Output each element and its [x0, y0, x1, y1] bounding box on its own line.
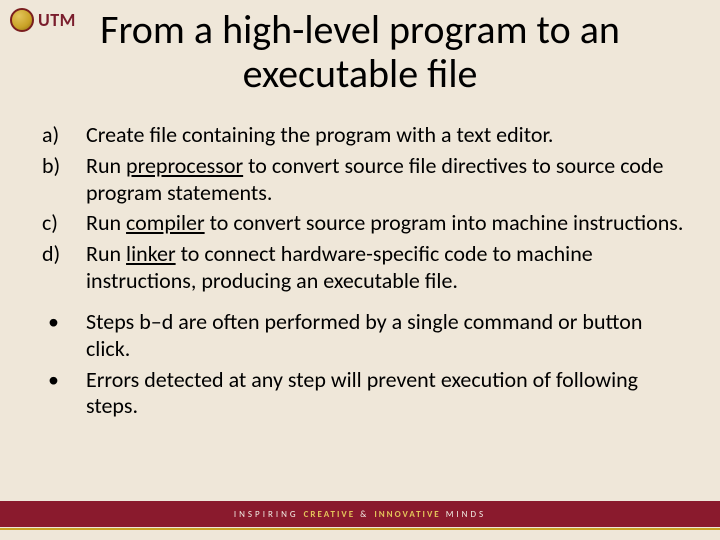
list-item: c) Run compiler to convert source progra…: [30, 210, 690, 237]
slide: UTM From a high-level program to an exec…: [0, 0, 720, 540]
list-item: a) Create file containing the program wi…: [30, 122, 690, 149]
slide-body: a) Create file containing the program wi…: [30, 122, 690, 424]
list-item: • Errors detected at any step will preve…: [30, 367, 690, 421]
list-marker: c): [30, 210, 86, 237]
list-text: Run preprocessor to convert source file …: [86, 153, 690, 207]
list-marker: b): [30, 153, 86, 207]
footer: INSPIRING CREATIVE & INNOVATIVE MINDS: [0, 501, 720, 530]
list-text: Run linker to connect hardware-specific …: [86, 241, 690, 295]
footer-seg-accent: CREATIVE: [304, 509, 355, 520]
list-marker: d): [30, 241, 86, 295]
footer-seg: MINDS: [441, 509, 486, 520]
footer-accent-line: [0, 528, 720, 530]
footer-seg-accent: INNOVATIVE: [374, 509, 440, 520]
text-post: to convert source program into machine i…: [205, 209, 684, 236]
footer-seg: &: [355, 509, 374, 520]
list-item: d) Run linker to connect hardware-specif…: [30, 241, 690, 295]
bullet-group: • Steps b–d are often performed by a sin…: [30, 309, 690, 420]
footer-bar: INSPIRING CREATIVE & INNOVATIVE MINDS: [0, 501, 720, 527]
bullet-marker: •: [30, 309, 86, 363]
text-pre: Run: [86, 209, 126, 236]
list-item: b) Run preprocessor to convert source fi…: [30, 153, 690, 207]
list-marker: a): [30, 122, 86, 149]
footer-tagline: INSPIRING CREATIVE & INNOVATIVE MINDS: [234, 509, 486, 520]
text-underline: preprocessor: [126, 152, 243, 179]
bullet-marker: •: [30, 367, 86, 421]
footer-seg: INSPIRING: [234, 509, 304, 520]
list-text: Run compiler to convert source program i…: [86, 210, 690, 237]
text-underline: compiler: [126, 209, 205, 236]
text-pre: Run: [86, 152, 126, 179]
text-pre: Create file containing the program with …: [86, 121, 554, 148]
list-text: Create file containing the program with …: [86, 122, 690, 149]
bullet-text: Errors detected at any step will prevent…: [86, 367, 690, 421]
bullet-text: Steps b–d are often performed by a singl…: [86, 309, 690, 363]
list-item: • Steps b–d are often performed by a sin…: [30, 309, 690, 363]
text-pre: Run: [86, 240, 126, 267]
text-underline: linker: [126, 240, 176, 267]
slide-title: From a high-level program to an executab…: [0, 8, 720, 96]
